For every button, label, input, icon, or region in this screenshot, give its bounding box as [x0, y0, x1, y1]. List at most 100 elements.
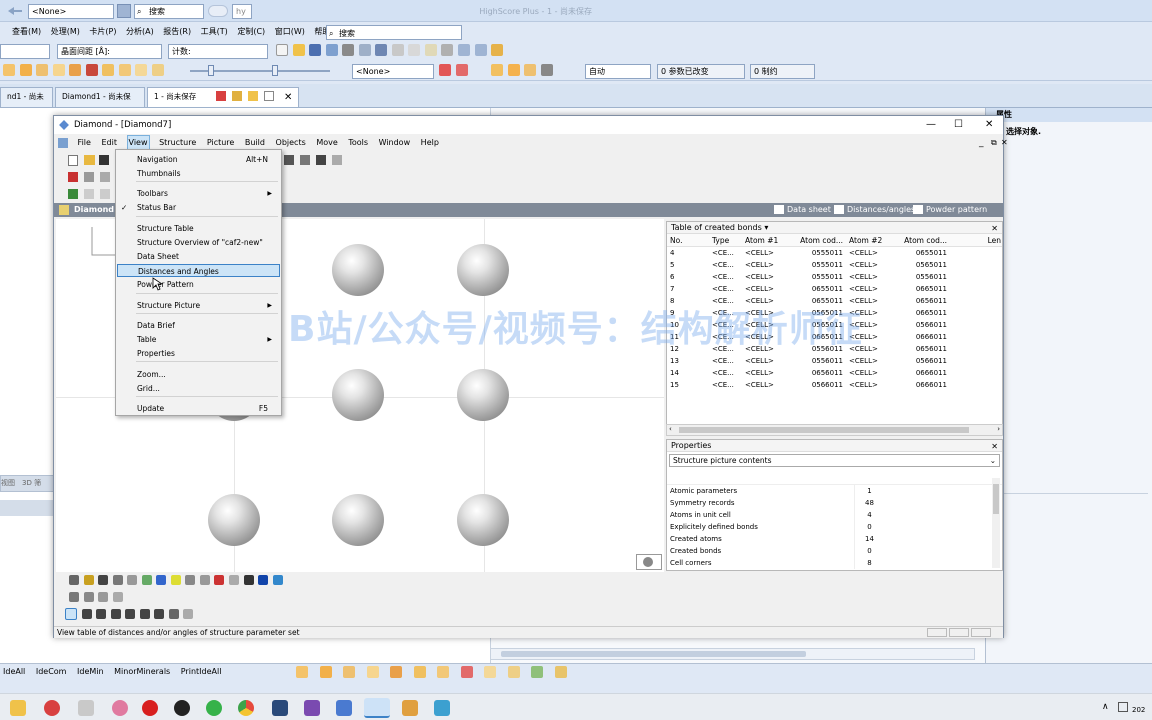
- atom-sphere[interactable]: [457, 494, 509, 546]
- table-row[interactable]: 7 <CE... <CELL> 0655011 <CELL> 0665011: [667, 283, 1002, 295]
- tool-icon[interactable]: [507, 666, 520, 678]
- delete-icon[interactable]: [441, 44, 454, 56]
- new-file-icon[interactable]: [276, 44, 288, 56]
- menu-item-update[interactable]: Update F5: [117, 402, 280, 415]
- menu-item-powder-pattern[interactable]: Powder Pattern: [117, 278, 280, 291]
- app-icon[interactable]: [304, 700, 320, 716]
- menu-window[interactable]: Window: [378, 135, 412, 151]
- scroll-right-icon[interactable]: ›: [997, 425, 1000, 433]
- open-folder-icon[interactable]: [292, 44, 305, 56]
- property-row[interactable]: Atomic parameters 1: [667, 485, 1002, 497]
- scale-icon[interactable]: [102, 64, 115, 76]
- property-row[interactable]: Symmetry records 48: [667, 497, 1002, 509]
- cut-icon[interactable]: [391, 44, 404, 56]
- menu-process[interactable]: 处理(M): [51, 24, 80, 40]
- open-icon[interactable]: [84, 155, 95, 165]
- atoms-icon[interactable]: [83, 575, 94, 585]
- menu-item-toolbars[interactable]: Toolbars ▶: [117, 187, 280, 200]
- stop-icon[interactable]: [142, 700, 158, 716]
- close-icon[interactable]: ✕: [985, 116, 993, 134]
- doc-restore-icon[interactable]: ⧉: [990, 135, 998, 151]
- counts-field[interactable]: 计数:: [168, 44, 268, 59]
- menu-item-thumbnails[interactable]: Thumbnails: [117, 167, 280, 180]
- marker-icon[interactable]: [491, 44, 504, 56]
- tool-icon[interactable]: [319, 666, 332, 678]
- bar-icon[interactable]: [36, 64, 49, 76]
- house-icon[interactable]: [154, 609, 165, 619]
- atom-sphere[interactable]: [208, 494, 260, 546]
- property-row[interactable]: Created atoms 14: [667, 533, 1002, 545]
- property-row[interactable]: Cell corners 8: [667, 557, 1002, 569]
- clock[interactable]: 202: [1132, 706, 1145, 714]
- menu-item-structure-overview-of-caf2-new[interactable]: Structure Overview of "caf2-new": [117, 236, 280, 249]
- preview-icon[interactable]: [358, 44, 371, 56]
- bonds-icon[interactable]: [98, 575, 109, 585]
- polyhedron-icon[interactable]: [100, 172, 110, 182]
- pie-icon[interactable]: [85, 64, 98, 76]
- toggle-icon[interactable]: [208, 5, 228, 17]
- rotation-icon[interactable]: [229, 575, 240, 585]
- angle-icon[interactable]: [139, 609, 150, 619]
- label-icon[interactable]: [272, 575, 283, 585]
- move-icon[interactable]: [81, 609, 92, 619]
- polyhedra-icon[interactable]: [185, 575, 196, 585]
- pattern-hscroll[interactable]: [490, 648, 975, 660]
- save-icon[interactable]: [309, 44, 322, 56]
- menu-help[interactable]: Help: [420, 135, 440, 151]
- tool-icon[interactable]: [296, 666, 308, 678]
- graph-icon[interactable]: [3, 64, 15, 76]
- minor-minerals-button[interactable]: MinorMinerals: [114, 664, 170, 680]
- zoom-icon[interactable]: [125, 609, 136, 619]
- export-icon[interactable]: [375, 44, 388, 56]
- select-arrow-icon[interactable]: [65, 608, 77, 620]
- network-icon[interactable]: [1118, 702, 1128, 712]
- app-icon[interactable]: [434, 700, 450, 716]
- menu-item-data-sheet[interactable]: Data Sheet: [117, 250, 280, 263]
- open-doc-icon[interactable]: [248, 91, 258, 101]
- tool-icon[interactable]: [437, 666, 450, 678]
- move-icon[interactable]: [84, 189, 94, 199]
- spectrum-icon[interactable]: [151, 64, 164, 76]
- doc-minimize-icon[interactable]: _: [978, 135, 985, 151]
- minimize-icon[interactable]: —: [926, 116, 936, 134]
- property-row[interactable]: Created bonds 0: [667, 545, 1002, 557]
- doc-system-icon[interactable]: [58, 137, 68, 148]
- link-icon[interactable]: [112, 592, 123, 602]
- reference-combo[interactable]: <None>: [28, 4, 114, 19]
- menu-customize[interactable]: 定制(C): [237, 24, 265, 40]
- column-header[interactable]: Atom #2: [847, 234, 899, 246]
- bond-icon[interactable]: [84, 172, 94, 182]
- tab-powder-pattern[interactable]: Powder pattern: [926, 203, 987, 217]
- hexagon-icon[interactable]: [156, 575, 167, 585]
- settings-icon[interactable]: [168, 609, 179, 619]
- undo-icon[interactable]: [458, 44, 471, 56]
- back-icon[interactable]: [4, 4, 26, 18]
- scroll-thumb[interactable]: [679, 427, 969, 433]
- new-icon[interactable]: [68, 155, 78, 166]
- menu-card[interactable]: 卡片(P): [89, 24, 116, 40]
- rotate-icon[interactable]: [100, 189, 110, 199]
- table-row[interactable]: 4 <CE... <CELL> 0555011 <CELL> 0655011: [667, 247, 1002, 259]
- print-ide-all-button[interactable]: PrintIdeAll: [181, 664, 222, 680]
- zoom-slider-thumb[interactable]: [208, 65, 214, 76]
- qq-icon[interactable]: [174, 700, 190, 716]
- property-row[interactable]: Explicitely defined bonds 0: [667, 521, 1002, 533]
- profile-icon[interactable]: [52, 64, 65, 76]
- menu-item-table[interactable]: Table ▶: [117, 333, 280, 346]
- app-icon[interactable]: [272, 700, 288, 716]
- tab-nd1[interactable]: nd1 - 尚未保存: [0, 87, 53, 119]
- close-properties-icon[interactable]: ✕: [991, 441, 998, 453]
- atom-sphere[interactable]: [457, 369, 509, 421]
- tab-diamond1[interactable]: Diamond1 - 尚未保存: [55, 87, 145, 119]
- redo-icon[interactable]: [474, 44, 487, 56]
- calculator-icon[interactable]: [117, 4, 131, 18]
- save-all-icon[interactable]: [325, 44, 338, 56]
- menu-item-grid[interactable]: Grid...: [117, 382, 280, 395]
- axes-icon[interactable]: [69, 592, 79, 602]
- ide-min-button[interactable]: IdeMin: [77, 664, 104, 680]
- render-icon[interactable]: [316, 155, 326, 165]
- d-spacing-field[interactable]: 晶面间距 [Å]:: [57, 44, 162, 59]
- column-header[interactable]: Atom #1: [743, 234, 795, 246]
- flag-icon[interactable]: [439, 64, 451, 76]
- menu-item-data-brief[interactable]: Data Brief: [117, 319, 280, 332]
